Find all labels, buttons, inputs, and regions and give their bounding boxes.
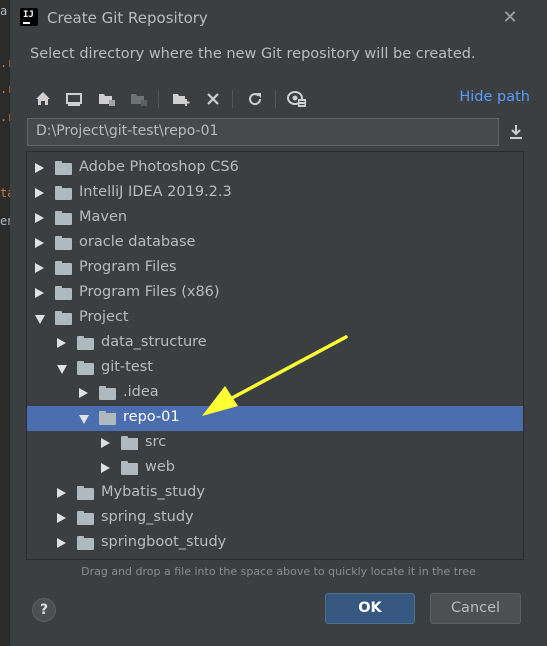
tree-row[interactable]: Program Files [27,256,523,281]
tree-row-label: git-test [101,359,153,375]
tree-row[interactable]: Maven [27,206,523,231]
help-button[interactable]: ? [32,598,56,622]
tree-row-label: web [145,459,175,475]
expand-down-arrow-icon[interactable] [79,415,89,424]
folder-icon [55,261,72,275]
tree-row[interactable]: spring_study [27,506,523,531]
tree-row[interactable]: src [27,431,523,456]
tree-row[interactable]: oracle database [27,231,523,256]
tree-row-label: .idea [123,384,159,400]
expand-down-arrow-icon[interactable] [57,365,67,374]
tree-row[interactable]: IntelliJ IDEA 2019.2.3 [27,181,523,206]
delete-icon[interactable] [202,88,224,110]
drag-drop-hint: Drag and drop a file into the space abov… [81,565,476,578]
folder-icon [77,336,94,350]
folder-icon [121,436,138,450]
expand-right-arrow-icon[interactable] [57,488,66,498]
tree-row[interactable]: data_structure [27,331,523,356]
home-icon[interactable] [32,88,54,110]
tree-row[interactable]: repo-01 [27,406,523,431]
hide-path-link[interactable]: Hide path [459,89,530,105]
tree-row-label: Mybatis_study [101,484,205,500]
ide-backdrop: a .r .r .r ta en [0,0,14,646]
folder-icon [55,211,72,225]
folder-icon [55,311,72,325]
folder-icon [99,386,116,400]
close-icon[interactable]: ✕ [500,8,520,28]
tree-row[interactable]: Adobe Photoshop CS6 [27,156,523,181]
folder-icon [55,236,72,250]
intellij-logo-icon: IJ [18,6,40,28]
new-folder-icon[interactable] [170,88,192,110]
folder-icon [99,411,116,425]
download-icon[interactable] [504,120,528,144]
tree-row-label: IntelliJ IDEA 2019.2.3 [79,184,232,200]
tree-row-label: Program Files [79,259,177,275]
title-bar: IJ Create Git Repository ✕ [10,0,547,36]
tree-row-label: springboot_study [101,534,227,550]
tree-row-label: spring_study [101,509,194,525]
expand-right-arrow-icon[interactable] [35,238,44,248]
folder-icon [77,511,94,525]
tree-row-label: Maven [79,209,128,225]
logo-text: IJ [23,10,34,20]
tree-row[interactable]: web [27,456,523,481]
tree-row[interactable]: .idea [27,381,523,406]
tree-row[interactable]: Program Files (x86) [27,281,523,306]
tree-row-label: Adobe Photoshop CS6 [79,159,239,175]
expand-right-arrow-icon[interactable] [57,338,66,348]
tree-row-label: repo-01 [123,409,180,425]
module-folder-icon[interactable] [128,88,150,110]
dialog-description: Select directory where the new Git repos… [30,46,476,62]
refresh-icon[interactable] [244,88,266,110]
file-chooser-toolbar: Hide path [30,84,530,114]
tree-row[interactable]: Mybatis_study [27,481,523,506]
tree-row[interactable]: springboot_study [27,531,523,556]
create-git-repository-dialog: IJ Create Git Repository ✕ Select direct… [10,0,547,646]
tree-row-label: Project [79,309,129,325]
expand-right-arrow-icon[interactable] [79,388,88,398]
expand-right-arrow-icon[interactable] [35,288,44,298]
tree-row[interactable]: git-test [27,356,523,381]
project-folder-icon[interactable] [96,88,118,110]
expand-right-arrow-icon[interactable] [57,538,66,548]
expand-right-arrow-icon[interactable] [35,263,44,273]
tree-row[interactable]: Project [27,306,523,331]
folder-icon [55,161,72,175]
dialog-title: Create Git Repository [47,9,208,27]
folder-icon [55,286,72,300]
folder-icon [77,361,94,375]
tree-row-label: oracle database [79,234,196,250]
expand-right-arrow-icon[interactable] [101,463,110,473]
folder-icon [55,186,72,200]
cancel-button[interactable]: Cancel [430,593,521,624]
folder-icon [121,461,138,475]
expand-right-arrow-icon[interactable] [35,188,44,198]
directory-tree[interactable]: Adobe Photoshop CS6 IntelliJ IDEA 2019.2.… [26,151,524,560]
folder-icon [77,486,94,500]
desktop-icon[interactable] [63,88,85,110]
expand-right-arrow-icon[interactable] [57,513,66,523]
tree-row-label: Program Files (x86) [79,284,220,300]
expand-down-arrow-icon[interactable] [35,315,45,324]
folder-icon [77,536,94,550]
path-input[interactable]: D:\Project\git-test\repo-01 [27,118,499,146]
ok-button[interactable]: OK [325,593,415,624]
tree-row-label: data_structure [101,334,207,350]
expand-right-arrow-icon[interactable] [35,213,44,223]
expand-right-arrow-icon[interactable] [101,438,110,448]
expand-right-arrow-icon[interactable] [35,163,44,173]
show-hidden-icon[interactable] [286,88,308,110]
tree-row-label: src [145,434,167,450]
